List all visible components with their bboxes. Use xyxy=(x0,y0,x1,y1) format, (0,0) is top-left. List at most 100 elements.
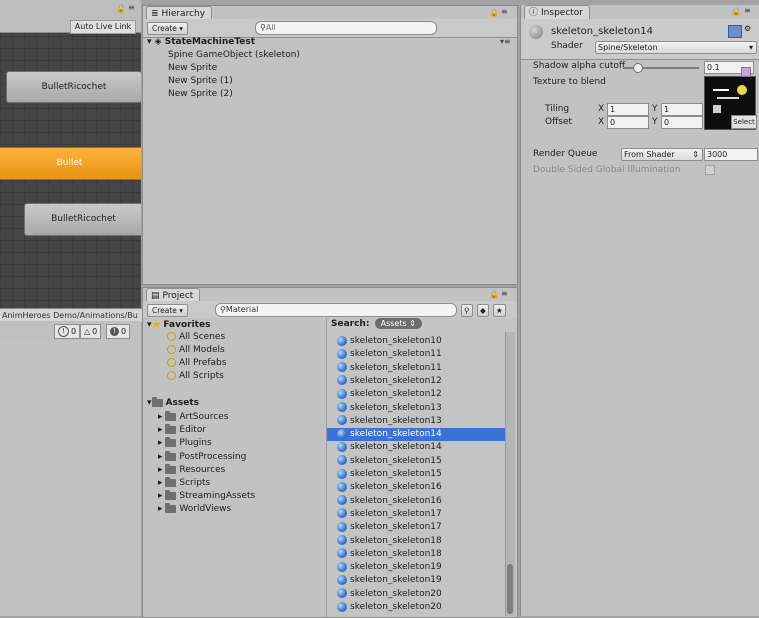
folder-item[interactable]: ▸ Resources xyxy=(158,463,225,477)
project-search-input[interactable]: ⚲Material xyxy=(215,303,457,317)
lock-icon[interactable]: 🔒 xyxy=(116,4,126,13)
panel-menu-icon[interactable]: ≡ xyxy=(501,289,508,298)
folder-icon xyxy=(151,396,163,407)
asset-result-item[interactable]: skeleton_skeleton12 xyxy=(327,388,513,401)
texture-preview-mark xyxy=(713,105,721,113)
folder-item[interactable]: ▸ ArtSources xyxy=(158,410,229,424)
hierarchy-search-input[interactable]: ⚲All xyxy=(255,21,437,35)
search-scope-assets[interactable]: Assets ⇕ xyxy=(374,318,422,329)
texture-slot[interactable]: Select xyxy=(704,76,757,130)
asset-result-item[interactable]: skeleton_skeleton14 xyxy=(327,428,513,442)
lock-icon[interactable]: 🔒 xyxy=(489,290,499,299)
folder-item[interactable]: ▸ StreamingAssets xyxy=(158,489,256,503)
search-by-type-icon[interactable]: ⚲ xyxy=(461,304,473,317)
favorite-item[interactable]: All Models xyxy=(167,344,225,357)
folder-item[interactable]: ▸ Scripts xyxy=(158,476,210,490)
state-node-bullet-ricochet-2[interactable]: BulletRicochet xyxy=(24,203,141,236)
scene-menu-icon[interactable]: ▾≡ xyxy=(500,37,511,46)
scrollbar-thumb[interactable] xyxy=(507,564,513,614)
texture-select-button[interactable]: Select xyxy=(731,115,757,129)
offset-y-field[interactable]: 0 xyxy=(661,116,703,129)
render-queue-dropdown[interactable]: From Shader ⇕ xyxy=(621,148,703,161)
panel-menu-icon[interactable]: ≡ xyxy=(744,6,751,15)
asset-result-item[interactable]: skeleton_skeleton12 xyxy=(327,375,513,388)
double-sided-gi-checkbox[interactable] xyxy=(705,165,715,175)
asset-result-item[interactable]: skeleton_skeleton18 xyxy=(327,535,513,548)
hierarchy-item[interactable]: New Sprite (2) xyxy=(168,88,233,101)
material-sphere-icon xyxy=(337,441,347,452)
offset-x-label: X xyxy=(598,117,605,127)
panel-menu-icon[interactable]: ≡ xyxy=(128,3,135,12)
folder-label: ArtSources xyxy=(179,412,229,422)
favorite-item[interactable]: All Scripts xyxy=(167,370,224,383)
asset-result-item[interactable]: skeleton_skeleton17 xyxy=(327,521,513,534)
gear-icon[interactable]: ⚙ xyxy=(744,24,751,33)
scene-row[interactable]: ▾ ◈ StateMachineTest xyxy=(147,36,255,49)
asset-result-label: skeleton_skeleton17 xyxy=(350,508,442,519)
asset-result-item[interactable]: skeleton_skeleton13 xyxy=(327,415,513,428)
search-value: Material xyxy=(225,305,259,314)
tiling-y-field[interactable]: 1 xyxy=(661,103,703,116)
hierarchy-item[interactable]: New Sprite (1) xyxy=(168,75,233,88)
assets-label: Assets xyxy=(165,398,199,408)
asset-result-item[interactable]: skeleton_skeleton13 xyxy=(327,402,513,415)
shadow-cutoff-label: Shadow alpha cutoff xyxy=(533,61,626,71)
folder-icon xyxy=(165,502,177,513)
asset-result-item[interactable]: skeleton_skeleton18 xyxy=(327,548,513,561)
asset-result-item[interactable]: skeleton_skeleton16 xyxy=(327,495,513,508)
assets-header[interactable]: ▾ Assets xyxy=(147,396,199,410)
folder-icon xyxy=(165,450,177,461)
material-sphere-icon xyxy=(337,588,347,599)
offset-x-field[interactable]: 0 xyxy=(607,116,649,129)
panel-menu-icon[interactable]: ≡ xyxy=(501,7,508,16)
folder-item[interactable]: ▸ Editor xyxy=(158,423,207,437)
asset-result-label: skeleton_skeleton20 xyxy=(350,588,442,599)
shadow-cutoff-slider-handle[interactable] xyxy=(633,63,643,73)
console-warning-toggle[interactable]: △ 0 xyxy=(80,324,102,339)
texture-color-swatch[interactable] xyxy=(741,67,751,77)
folder-label: StreamingAssets xyxy=(179,491,256,501)
folder-label: Editor xyxy=(179,425,207,435)
favorite-item[interactable]: All Scenes xyxy=(167,331,225,344)
asset-result-item[interactable]: skeleton_skeleton17 xyxy=(327,508,513,521)
hierarchy-item[interactable]: Spine GameObject (skeleton) xyxy=(168,49,300,62)
asset-result-item[interactable]: skeleton_skeleton14 xyxy=(327,441,513,454)
folder-item[interactable]: ▸ Plugins xyxy=(158,436,212,450)
asset-result-item[interactable]: skeleton_skeleton16 xyxy=(327,481,513,494)
material-sphere-icon xyxy=(337,495,347,506)
tiling-x-field[interactable]: 1 xyxy=(607,103,649,116)
favorite-star-icon[interactable]: ★ xyxy=(493,304,506,317)
favorite-item[interactable]: All Prefabs xyxy=(167,357,226,370)
hierarchy-item[interactable]: New Sprite xyxy=(168,62,217,75)
console-info-toggle[interactable]: ! 0 xyxy=(54,324,81,339)
asset-result-label: skeleton_skeleton17 xyxy=(350,522,442,533)
state-node-bullet[interactable]: Bullet xyxy=(0,147,141,180)
folder-item[interactable]: ▸ WorldViews xyxy=(158,502,231,516)
state-node-bullet-ricochet-1[interactable]: BulletRicochet xyxy=(6,71,141,103)
render-queue-field[interactable]: 3000 xyxy=(704,148,758,161)
material-sphere-icon xyxy=(337,415,347,426)
shader-dropdown[interactable]: Spine/Skeleton ▾ xyxy=(595,41,757,54)
console-error-toggle[interactable]: ! 0 xyxy=(106,324,131,339)
material-sphere-icon xyxy=(337,375,347,386)
asset-result-item[interactable]: skeleton_skeleton19 xyxy=(327,561,513,574)
hierarchy-create-button[interactable]: Create ▾ xyxy=(147,22,189,35)
auto-live-link-toggle[interactable]: Auto Live Link xyxy=(70,20,136,34)
folder-item[interactable]: ▸ PostProcessing xyxy=(158,450,246,464)
open-book-icon[interactable] xyxy=(728,25,742,38)
results-scrollbar[interactable] xyxy=(505,332,515,616)
project-create-button[interactable]: Create ▾ xyxy=(147,304,189,317)
asset-result-item[interactable]: skeleton_skeleton20 xyxy=(327,588,513,601)
asset-result-item[interactable]: skeleton_skeleton15 xyxy=(327,455,513,468)
asset-result-item[interactable]: skeleton_skeleton10 xyxy=(327,335,513,348)
asset-result-item[interactable]: skeleton_skeleton19 xyxy=(327,574,513,587)
asset-result-item[interactable]: skeleton_skeleton15 xyxy=(327,468,513,481)
asset-result-item[interactable]: skeleton_skeleton11 xyxy=(327,348,513,361)
lock-icon[interactable]: 🔒 xyxy=(489,8,499,17)
favorites-header[interactable]: ▾★ Favorites xyxy=(147,318,210,332)
search-by-label-icon[interactable]: ◆ xyxy=(477,304,489,317)
asset-result-item[interactable]: skeleton_skeleton20 xyxy=(327,601,513,614)
lock-icon[interactable]: 🔒 xyxy=(731,7,741,16)
tab-inspector[interactable]: ⓘ Inspector xyxy=(524,5,590,20)
asset-result-item[interactable]: skeleton_skeleton11 xyxy=(327,362,513,375)
